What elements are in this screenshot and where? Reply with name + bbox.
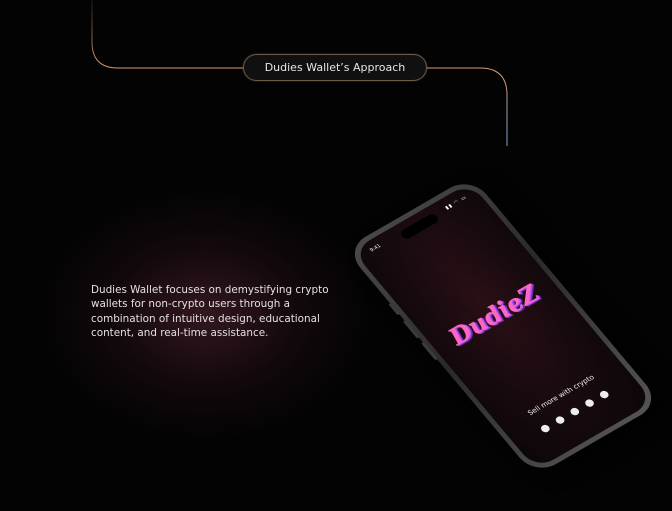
coin-icon xyxy=(583,397,596,409)
status-icons: ▮▮ ◠ ▭ xyxy=(444,194,469,212)
coin-icon xyxy=(568,406,581,417)
coin-icon xyxy=(539,423,552,434)
connector-left xyxy=(91,0,243,69)
description-text: Dudies Wallet focuses on demystifying cr… xyxy=(91,284,329,340)
connector-right xyxy=(427,67,508,146)
approach-heading-label: Dudies Wallet’s Approach xyxy=(264,61,406,74)
dudiez-logo: DudieZ xyxy=(442,279,545,351)
coin-icon xyxy=(553,415,567,426)
status-time: 9:41 xyxy=(368,243,383,254)
approach-heading-pill: Dudies Wallet’s Approach xyxy=(243,54,427,81)
coin-icon xyxy=(598,389,611,400)
canvas: Dudies Wallet’s Approach Dudies Wallet f… xyxy=(0,0,672,511)
